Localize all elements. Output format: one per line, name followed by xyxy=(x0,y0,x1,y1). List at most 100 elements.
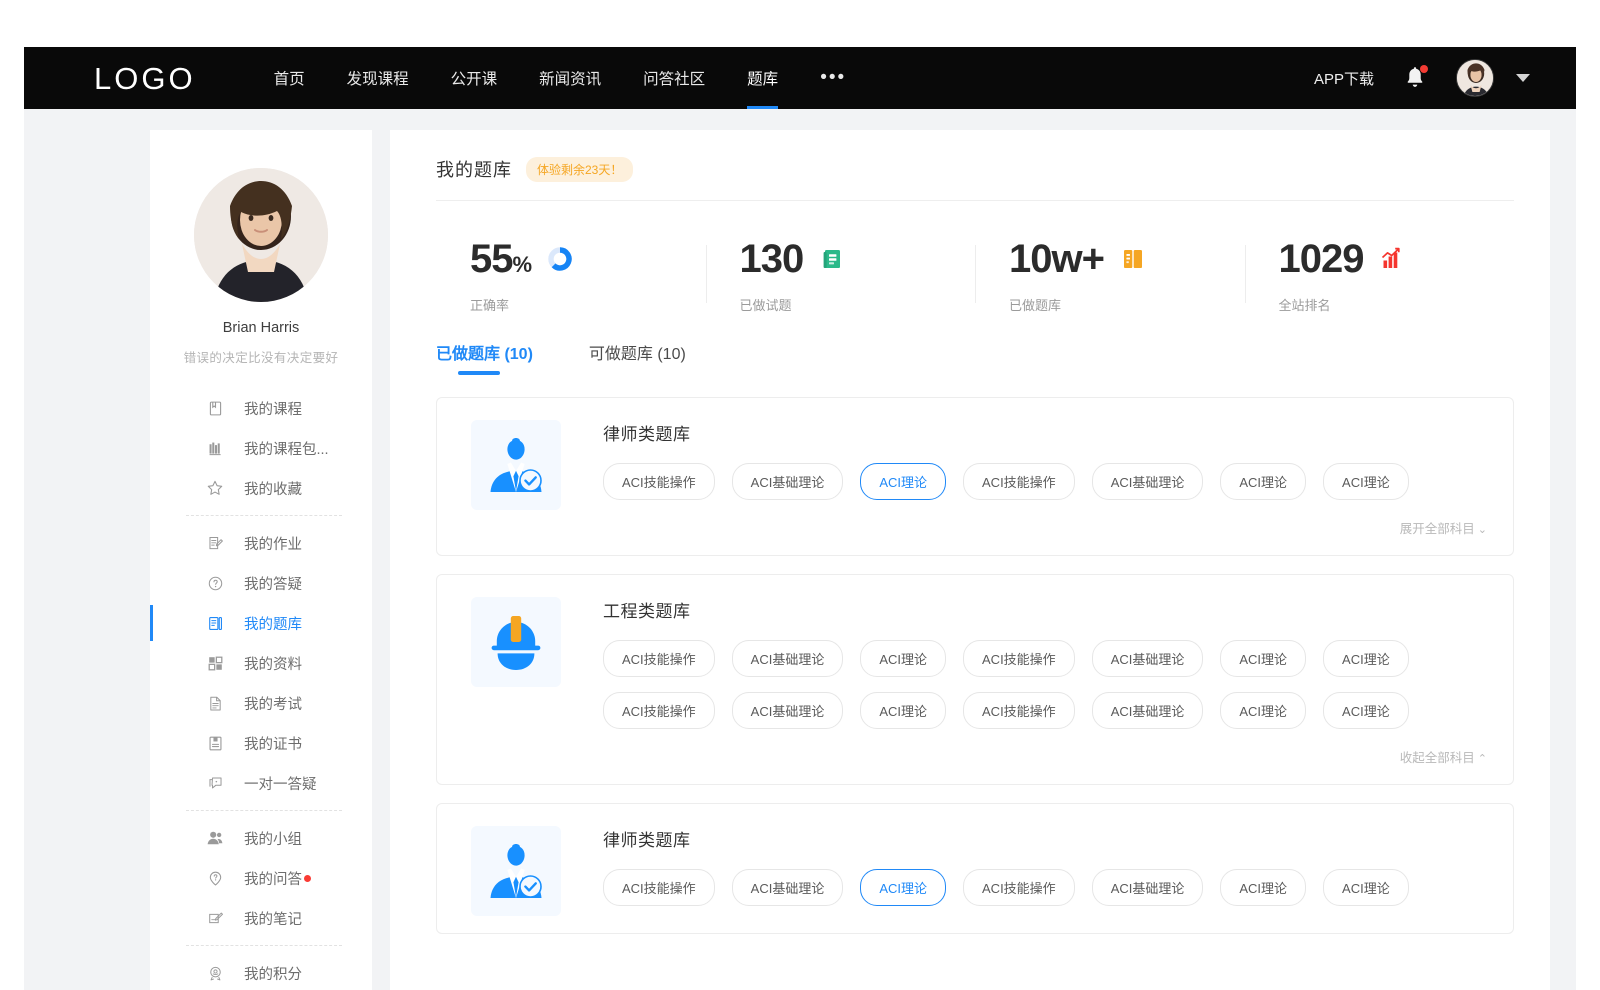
donut-chart-icon xyxy=(547,246,573,272)
card-expand-toggle[interactable]: 展开全部科目⌄ xyxy=(471,515,1489,543)
page-header: 我的题库 体验剩余23天！ xyxy=(436,156,1514,201)
subject-chip[interactable]: ACI基础理论 xyxy=(732,463,844,500)
subject-chip[interactable]: ACI技能操作 xyxy=(603,640,715,677)
sidebar-item-4[interactable]: 我的答疑 xyxy=(150,563,372,603)
stat-label: 正确率 xyxy=(470,295,706,314)
sidebar-item-2[interactable]: 我的收藏 xyxy=(150,468,372,508)
bookshelf-icon xyxy=(206,439,224,457)
menu-divider xyxy=(186,810,342,811)
subject-chip[interactable]: ACI理论 xyxy=(1220,463,1306,500)
sidebar-item-9[interactable]: 一对一答疑 xyxy=(150,763,372,803)
lawyer-avatar-icon xyxy=(471,826,561,916)
user-sidebar: Brian Harris 错误的决定比没有决定要好 我的课程我的课程包... 我的… xyxy=(150,130,372,990)
sidebar-item-3[interactable]: 我的作业 xyxy=(150,523,372,563)
subject-chip[interactable]: ACI技能操作 xyxy=(963,869,1075,906)
card-expand-toggle[interactable]: 收起全部科目⌃ xyxy=(471,744,1489,772)
sidebar-item-8[interactable]: 我的证书 xyxy=(150,723,372,763)
tab-1[interactable]: 可做题库 (10) xyxy=(589,340,686,375)
subject-chip[interactable]: ACI理论 xyxy=(1323,869,1409,906)
nav-more-icon[interactable]: ••• xyxy=(820,47,846,109)
menu-divider xyxy=(186,515,342,516)
stat-value-suffix: % xyxy=(513,252,532,277)
card-expand-caret-icon: ⌄ xyxy=(1478,524,1487,536)
card-expand-caret-icon: ⌃ xyxy=(1478,753,1487,765)
subject-chip[interactable]: ACI理论 xyxy=(860,640,946,677)
site-logo[interactable]: LOGO xyxy=(94,63,196,94)
stat-value-row: 1029 xyxy=(1279,239,1515,279)
subject-chip[interactable]: ACI理论 xyxy=(860,692,946,729)
exam-doc-icon xyxy=(206,694,224,712)
nav-item-2[interactable]: 公开课 xyxy=(451,47,498,109)
subject-chip[interactable]: ACI基础理论 xyxy=(1092,869,1204,906)
notification-badge-dot xyxy=(1420,65,1428,73)
nav-item-3[interactable]: 新闻资讯 xyxy=(539,47,601,109)
sidebar-item-11[interactable]: 我的问答 xyxy=(150,858,372,898)
page-root: LOGO 首页发现课程公开课新闻资讯问答社区题库 ••• APP下载 xyxy=(0,0,1600,990)
sidebar-item-label: 我的题库 xyxy=(244,613,302,634)
question-circle-icon xyxy=(206,574,224,592)
subject-chip[interactable]: ACI基础理论 xyxy=(1092,463,1204,500)
browser-viewport: LOGO 首页发现课程公开课新闻资讯问答社区题库 ••• APP下载 xyxy=(24,47,1576,990)
sidebar-item-1[interactable]: 我的课程包... xyxy=(150,428,372,468)
subject-chip[interactable]: ACI基础理论 xyxy=(1092,692,1204,729)
card-expand-label: 展开全部科目 xyxy=(1400,522,1475,536)
notification-bell-icon[interactable] xyxy=(1404,66,1426,90)
points-medal-icon xyxy=(206,964,224,982)
subject-chip[interactable]: ACI理论 xyxy=(1323,463,1409,500)
sidebar-item-12[interactable]: 我的笔记 xyxy=(150,898,372,938)
sidebar-item-0[interactable]: 我的课程 xyxy=(150,388,372,428)
sidebar-item-label: 我的收藏 xyxy=(244,478,302,499)
user-menu-chevron-down-icon[interactable] xyxy=(1516,74,1530,82)
subject-chip[interactable]: ACI技能操作 xyxy=(603,692,715,729)
book-icon xyxy=(206,399,224,417)
app-download-link[interactable]: APP下载 xyxy=(1314,68,1374,89)
subject-chip[interactable]: ACI技能操作 xyxy=(603,463,715,500)
nav-item-4[interactable]: 问答社区 xyxy=(643,47,705,109)
profile-avatar[interactable] xyxy=(194,168,328,302)
sidebar-item-label: 我的课程 xyxy=(244,398,302,419)
subject-chip[interactable]: ACI基础理论 xyxy=(732,692,844,729)
subject-chip[interactable]: ACI技能操作 xyxy=(963,463,1075,500)
subject-chip[interactable]: ACI理论 xyxy=(1220,692,1306,729)
user-avatar[interactable] xyxy=(1456,59,1494,97)
sidebar-item-7[interactable]: 我的考试 xyxy=(150,683,372,723)
question-bank-card: 律师类题库ACI技能操作ACI基础理论ACI理论ACI技能操作ACI基础理论AC… xyxy=(436,803,1514,934)
subject-chip-row: ACI技能操作 ACI基础理论 ACI理论 ACI技能操作 ACI基础理论 ACI理论 AC… xyxy=(603,463,1489,500)
subject-chip[interactable]: ACI技能操作 xyxy=(963,640,1075,677)
card-title: 工程类题库 xyxy=(603,597,1489,622)
nav-item-1[interactable]: 发现课程 xyxy=(347,47,409,109)
stat-card-2: 10w+已做题库 xyxy=(975,239,1245,314)
subject-chip[interactable]: ACI基础理论 xyxy=(732,869,844,906)
question-bank-card: 工程类题库 ACI技能操作 ACI基础理论 ACI理论 ACI技能操作 ACI基础理论 AC… xyxy=(436,574,1514,785)
subject-chip[interactable]: ACI基础理论 xyxy=(1092,640,1204,677)
subject-chip[interactable]: ACI理论 xyxy=(860,463,946,500)
profile-block: Brian Harris 错误的决定比没有决定要好 xyxy=(150,168,372,366)
stat-value: 1029 xyxy=(1279,239,1364,279)
sidebar-item-6[interactable]: 我的资料 xyxy=(150,643,372,683)
tab-0[interactable]: 已做题库 (10) xyxy=(436,340,533,375)
stat-card-3: 1029全站排名 xyxy=(1245,239,1515,314)
top-navigation-bar: LOGO 首页发现课程公开课新闻资讯问答社区题库 ••• APP下载 xyxy=(24,47,1576,109)
qa-pin-icon xyxy=(206,869,224,887)
sidebar-item-10[interactable]: 我的小组 xyxy=(150,818,372,858)
lawyer-avatar-icon xyxy=(471,420,561,510)
sidebar-item-label: 我的笔记 xyxy=(244,908,302,929)
sidebar-item-5[interactable]: 我的题库 xyxy=(150,603,372,643)
subject-chip[interactable]: ACI理论 xyxy=(1323,692,1409,729)
subject-chip[interactable]: ACI理论 xyxy=(1220,640,1306,677)
subject-chip[interactable]: ACI理论 xyxy=(1220,869,1306,906)
subject-chip[interactable]: ACI理论 xyxy=(1323,640,1409,677)
card-body: 律师类题库ACI技能操作ACI基础理论ACI理论ACI技能操作ACI基础理论AC… xyxy=(603,420,1489,515)
subject-chip[interactable]: ACI理论 xyxy=(860,869,946,906)
materials-icon xyxy=(206,654,224,672)
stat-value-row: 55% xyxy=(470,239,706,279)
sidebar-item-13[interactable]: 我的积分 xyxy=(150,953,372,990)
subject-chip[interactable]: ACI技能操作 xyxy=(603,869,715,906)
sidebar-item-label: 我的答疑 xyxy=(244,573,302,594)
primary-nav: 首页发现课程公开课新闻资讯问答社区题库 xyxy=(274,47,821,109)
star-icon xyxy=(206,479,224,497)
nav-item-0[interactable]: 首页 xyxy=(274,47,305,109)
nav-item-5[interactable]: 题库 xyxy=(747,47,778,109)
subject-chip[interactable]: ACI基础理论 xyxy=(732,640,844,677)
subject-chip[interactable]: ACI技能操作 xyxy=(963,692,1075,729)
